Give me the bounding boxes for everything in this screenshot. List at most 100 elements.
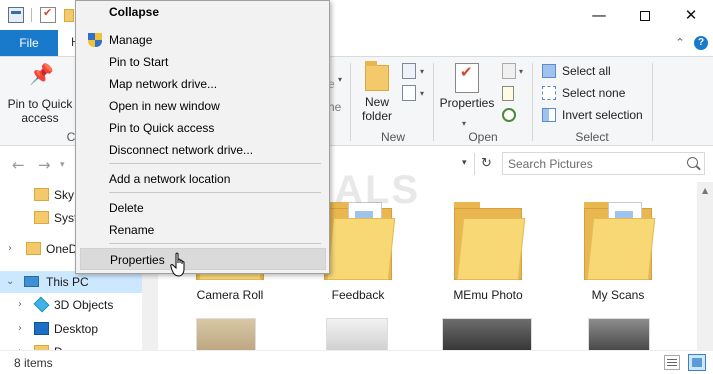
folder-icon	[584, 200, 656, 280]
maximize-button[interactable]	[622, 0, 668, 30]
select-group-label: Select	[575, 130, 609, 144]
open-group-label: Open	[468, 130, 498, 144]
3d-objects-icon	[33, 296, 50, 313]
select-none-button[interactable]: Select none	[542, 83, 625, 103]
nav-item-3d-objects[interactable]: › 3D Objects	[0, 294, 158, 316]
chevron-right-icon[interactable]: ›	[8, 238, 12, 260]
invert-selection-button[interactable]: Invert selection	[542, 105, 643, 125]
chevron-right-icon[interactable]: ›	[18, 294, 22, 316]
menu-item-pin-to-start[interactable]: Pin to Start	[80, 51, 326, 73]
nav-item-desktop[interactable]: › Desktop	[0, 318, 158, 340]
nav-item-label: Desktop	[54, 322, 99, 336]
search-placeholder: Search Pictures	[508, 157, 593, 171]
properties-label: Properties	[439, 96, 495, 110]
nav-item-label: 3D Objects	[54, 298, 114, 312]
folder-name: Camera Roll	[196, 288, 264, 302]
new-folder-button[interactable]: New folder	[356, 61, 398, 123]
nav-item-label: Syst	[54, 211, 78, 225]
chevron-down-icon: ▾	[519, 67, 524, 76]
nav-item-label: OneD	[46, 242, 78, 256]
new-folder-quick-icon[interactable]	[64, 9, 74, 22]
folder-thumbnail[interactable]	[196, 318, 256, 350]
menu-item-map-network-drive[interactable]: Map network drive...	[80, 73, 326, 95]
minimize-button[interactable]: —	[576, 0, 622, 30]
chevron-down-icon: ▾	[338, 75, 343, 84]
item-count: 8 items	[14, 356, 53, 370]
chevron-down-icon: ▾	[420, 89, 425, 98]
scroll-up-icon[interactable]: ▲	[702, 186, 708, 195]
open-icon[interactable]	[502, 63, 516, 79]
new-group-label: New	[380, 130, 405, 144]
ribbon-partial-label-2: ne	[328, 100, 342, 114]
ribbon-divider	[532, 63, 533, 141]
chevron-down-icon: ▾	[462, 119, 467, 128]
uac-shield-icon	[88, 33, 102, 48]
menu-separator	[109, 163, 321, 164]
menu-item-collapse[interactable]: Collapse	[80, 1, 326, 23]
folder-thumbnail[interactable]	[442, 318, 532, 350]
folder-thumbnail[interactable]	[588, 318, 650, 350]
pin-icon: 📌	[29, 62, 54, 86]
quick-access-separator	[31, 8, 32, 22]
pc-icon	[24, 276, 39, 287]
folder-item[interactable]: My Scans	[570, 196, 666, 306]
nav-item-label: Sky	[54, 188, 75, 202]
menu-item-disconnect-network-drive[interactable]: Disconnect network drive...	[80, 139, 326, 161]
new-folder-icon	[365, 61, 389, 91]
folder-icon	[34, 188, 49, 201]
select-none-label: Select none	[562, 86, 626, 100]
help-icon[interactable]: ?	[694, 36, 708, 50]
folder-name: MEmu Photo	[453, 288, 523, 302]
menu-item-label: Manage	[109, 33, 153, 47]
edit-icon[interactable]	[502, 86, 514, 101]
forward-arrow-icon[interactable]: →	[38, 156, 51, 174]
menu-item-open-in-new-window[interactable]: Open in new window	[80, 95, 326, 117]
large-icons-view-icon[interactable]	[688, 354, 706, 371]
folder-icon	[34, 211, 49, 224]
desktop-icon	[34, 322, 49, 335]
details-view-icon[interactable]	[664, 355, 680, 370]
search-input[interactable]: Search Pictures	[502, 152, 705, 175]
folder-icon	[26, 242, 41, 255]
pin-to-quick-access-button[interactable]: 📌 Pin to Quick access	[4, 62, 76, 125]
ribbon-divider	[350, 63, 351, 141]
properties-button[interactable]: Properties ▾	[438, 63, 496, 128]
address-dropdown-icon[interactable]: ▾	[462, 158, 467, 168]
search-icon	[687, 157, 698, 168]
nav-item-label: This PC	[46, 275, 89, 289]
collapse-ribbon-icon[interactable]: ⌃	[673, 36, 687, 50]
back-arrow-icon[interactable]: ←	[12, 156, 25, 174]
ribbon-divider	[433, 63, 434, 141]
explorer-window-icon[interactable]	[8, 7, 24, 23]
nav-item-this-pc[interactable]: ⌄ This PC	[0, 271, 158, 293]
select-none-icon	[542, 86, 556, 100]
recent-locations-chevron-icon[interactable]: ▾	[60, 160, 65, 170]
new-item-icon[interactable]	[402, 63, 416, 79]
chevron-down-icon[interactable]: ⌄	[6, 271, 14, 293]
close-button[interactable]: ✕	[668, 0, 713, 30]
menu-item-add-network-location[interactable]: Add a network location	[80, 168, 326, 190]
menu-item-properties[interactable]: Properties	[80, 248, 326, 270]
folder-name: My Scans	[591, 288, 645, 302]
menu-item-manage[interactable]: Manage	[80, 29, 326, 51]
refresh-icon[interactable]: ↻	[474, 153, 498, 175]
chevron-down-icon: ▾	[420, 67, 425, 76]
history-icon[interactable]	[502, 108, 516, 122]
new-folder-label: New folder	[361, 95, 393, 123]
content-scrollbar[interactable]	[697, 182, 713, 350]
folder-thumbnail[interactable]	[326, 318, 388, 350]
properties-quick-icon[interactable]	[40, 6, 56, 23]
ribbon-divider	[652, 63, 653, 141]
hand-cursor-icon	[170, 252, 185, 277]
easy-access-icon[interactable]	[402, 85, 416, 101]
menu-item-rename[interactable]: Rename	[80, 219, 326, 241]
file-tab[interactable]: File	[0, 30, 58, 56]
chevron-right-icon[interactable]: ›	[18, 318, 22, 340]
select-all-label: Select all	[562, 64, 611, 78]
select-all-button[interactable]: Select all	[542, 61, 611, 81]
folder-item[interactable]: MEmu Photo	[440, 196, 536, 306]
properties-icon	[455, 63, 479, 93]
menu-item-delete[interactable]: Delete	[80, 197, 326, 219]
menu-item-pin-to-quick-access[interactable]: Pin to Quick access	[80, 117, 326, 139]
folder-name: Feedback	[331, 288, 385, 302]
